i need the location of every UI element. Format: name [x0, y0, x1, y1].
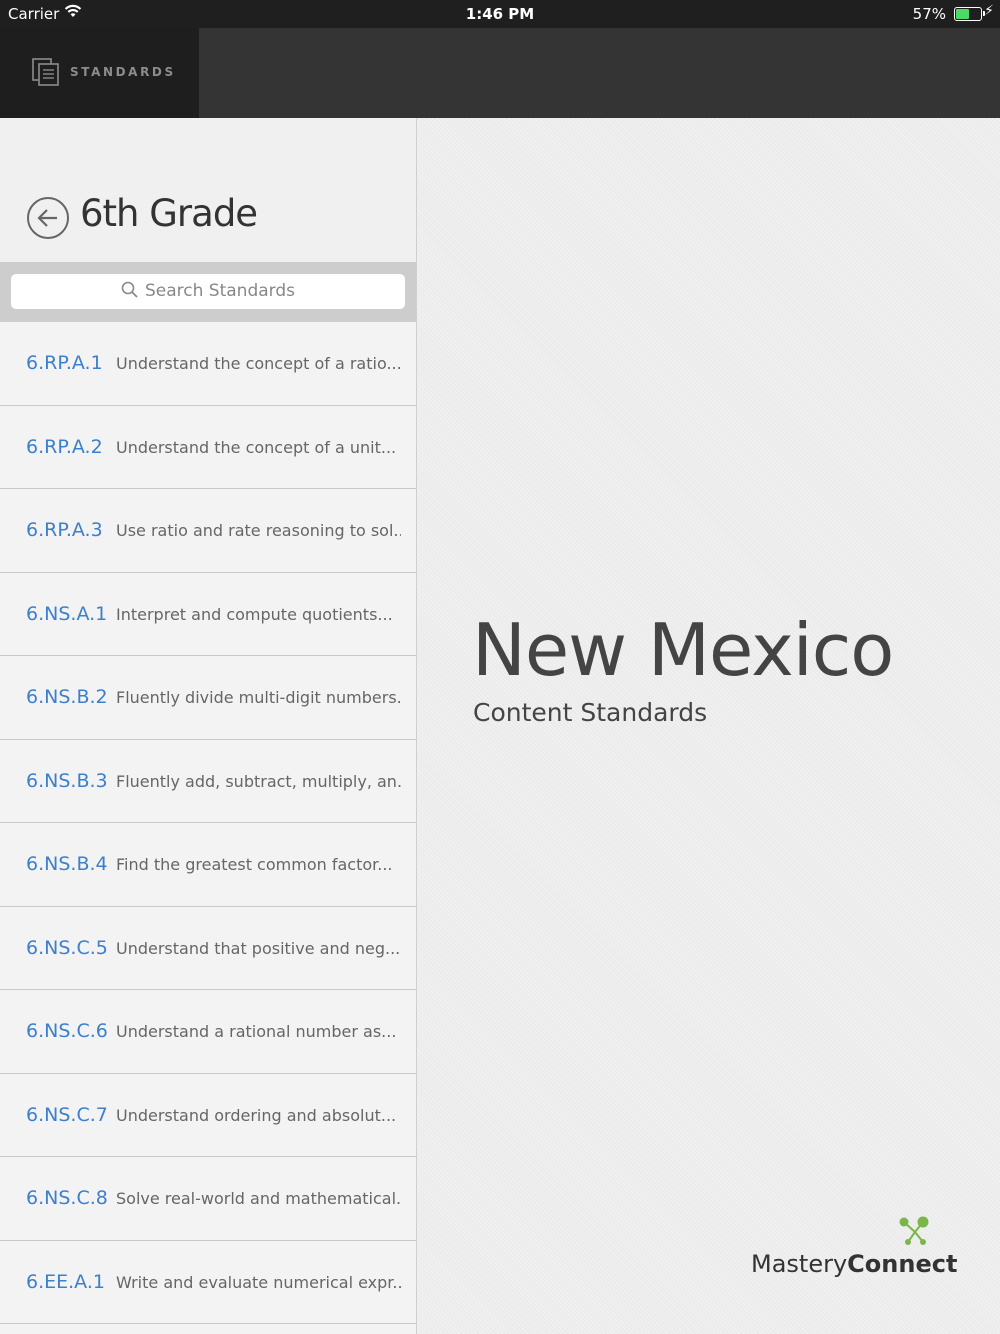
tab-standards[interactable]: STANDARDS: [0, 28, 199, 118]
list-item[interactable]: 6.NS.C.8 Solve real-world and mathematica…: [0, 1157, 416, 1241]
search-placeholder: Search Standards: [144, 281, 295, 301]
standards-list-panel: 6th Grade Search Standards 6.RP.A.1 Under…: [0, 118, 417, 1334]
tab-label: STANDARDS: [70, 65, 176, 79]
standard-description: Write and evaluate numerical expr...: [116, 1272, 401, 1292]
standard-code: 6.NS.C.5: [26, 936, 108, 959]
standard-code: 6.NS.C.7: [26, 1103, 108, 1126]
document-stack-icon: [32, 58, 60, 90]
standard-code: 6.RP.A.3: [26, 519, 103, 541]
standard-code: 6.NS.B.2: [26, 686, 108, 708]
list-item[interactable]: 6.NS.C.6 Understand a rational number as.…: [0, 990, 416, 1074]
standard-description: Understand the concept of a unit...: [116, 437, 397, 457]
grade-title: 6th Grade: [80, 192, 258, 235]
standard-description: Understand a rational number as...: [116, 1022, 397, 1041]
arrow-left-icon: [37, 209, 57, 227]
top-nav: STANDARDS: [0, 28, 1000, 118]
standard-code: 6.NS.A.1: [26, 602, 108, 625]
panel-header: 6th Grade: [0, 118, 416, 262]
list-item[interactable]: 6.RP.A.1 Understand the concept of a rati…: [0, 322, 416, 406]
list-item[interactable]: 6.NS.B.3 Fluently add, subtract, multiply…: [0, 739, 416, 823]
standard-code: 6.NS.C.6: [26, 1020, 108, 1042]
list-item[interactable]: 6.RP.A.2 Understand the concept of a unit…: [0, 405, 416, 489]
list-item[interactable]: 6.RP.A.3 Use ratio and rate reasoning to …: [0, 489, 416, 573]
list-item[interactable]: 6.NS.B.2 Fluently divide multi-digit numb…: [0, 656, 416, 740]
battery-percent: 57%: [912, 5, 946, 23]
standard-description: Understand ordering and absolut...: [116, 1105, 397, 1125]
standard-code: 6.RP.A.1: [26, 352, 103, 374]
charging-icon: ⚡: [984, 3, 994, 19]
list-item[interactable]: 6.NS.A.1 Interpret and compute quotients.…: [0, 572, 416, 656]
standard-description: Find the greatest common factor...: [116, 855, 393, 874]
list-item[interactable]: 6.NS.B.4 Find the greatest common factor.…: [0, 823, 416, 907]
detail-panel: New Mexico Content Standards MasteryConn…: [417, 118, 1000, 1334]
standard-description: Solve real-world and mathematical...: [116, 1189, 401, 1208]
state-subtitle: Content Standards: [473, 698, 708, 727]
standard-code: 6.RP.A.2: [26, 435, 103, 458]
battery-icon: [954, 7, 985, 21]
list-item[interactable]: 6.EE.A.1 Write and evaluate numerical exp…: [0, 1240, 416, 1324]
brand-logo: MasteryConnect: [751, 1216, 957, 1286]
brand-light: Mastery: [751, 1250, 848, 1278]
standard-code: 6.NS.C.8: [26, 1187, 108, 1209]
brand-wordmark: MasteryConnect: [751, 1250, 957, 1278]
search-input[interactable]: Search Standards: [11, 274, 405, 309]
clock: 1:46 PM: [465, 5, 535, 23]
brand-bold: Connect: [847, 1250, 958, 1278]
standards-list: 6.RP.A.1 Understand the concept of a rati…: [0, 322, 416, 1324]
back-button[interactable]: [27, 197, 69, 239]
standard-code: 6.EE.A.1: [26, 1270, 105, 1293]
standard-description: Understand that positive and neg...: [116, 938, 401, 958]
standard-description: Fluently add, subtract, multiply, an...: [116, 771, 401, 791]
state-title: New Mexico: [472, 608, 894, 692]
list-item[interactable]: 6.NS.C.7 Understand ordering and absolut.…: [0, 1073, 416, 1157]
status-bar: Carrier 1:46 PM 57% ⚡: [0, 0, 1000, 28]
standard-description: Use ratio and rate reasoning to sol...: [116, 521, 401, 540]
list-item[interactable]: 6.NS.C.5 Understand that positive and neg…: [0, 906, 416, 990]
mastery-connect-logo-icon: [898, 1216, 932, 1252]
search-bar: Search Standards: [0, 262, 416, 322]
standard-description: Fluently divide multi-digit numbers...: [116, 688, 401, 707]
standard-code: 6.NS.B.4: [26, 853, 108, 875]
battery-fill: [956, 9, 969, 19]
standard-description: Understand the concept of a ratio...: [116, 354, 401, 373]
standard-description: Interpret and compute quotients...: [116, 604, 393, 624]
search-icon: [121, 281, 138, 298]
standard-code: 6.NS.B.3: [26, 769, 108, 792]
